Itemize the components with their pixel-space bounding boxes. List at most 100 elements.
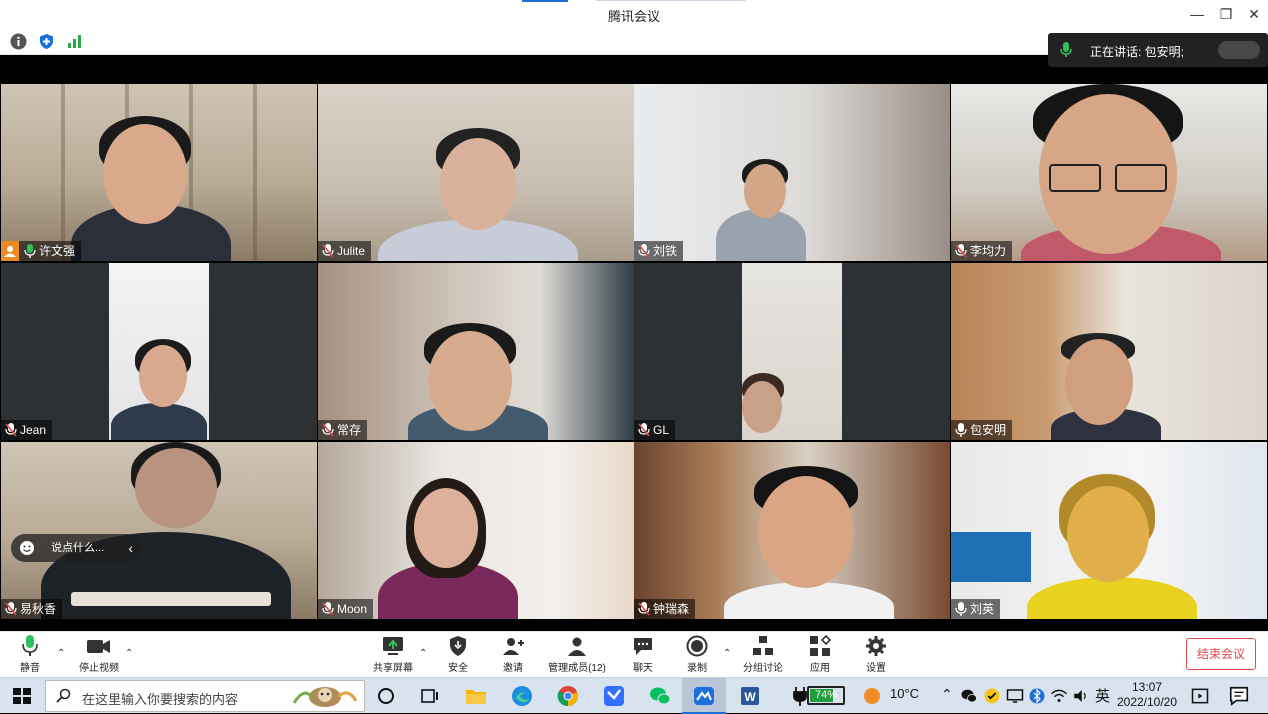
- chevron-up-icon[interactable]: ⌃: [57, 648, 65, 659]
- task-view-icon[interactable]: [418, 684, 442, 708]
- participant-nametag: 刘英: [951, 599, 1001, 619]
- chat-icon: [634, 638, 652, 655]
- show-desktop-icon[interactable]: [1190, 686, 1210, 706]
- apps-icon: [810, 635, 831, 656]
- mic-muted-icon: [322, 423, 334, 437]
- chevron-up-icon[interactable]: ⌃: [723, 648, 731, 659]
- video-tile[interactable]: 常存: [318, 263, 634, 440]
- norton-icon[interactable]: [983, 687, 1001, 705]
- stop-video-button[interactable]: 停止视频: [76, 635, 122, 674]
- person-face: [1065, 339, 1133, 425]
- wechat-icon[interactable]: [648, 684, 672, 708]
- video-tile-active-speaker[interactable]: 包安明: [951, 263, 1267, 440]
- speaker-avatar-blur: [1218, 41, 1260, 59]
- sloth-doodle-icon[interactable]: [290, 683, 360, 709]
- video-tile[interactable]: 李均力: [951, 84, 1267, 261]
- add-user-icon: [503, 638, 524, 655]
- close-button[interactable]: ✕: [1243, 4, 1265, 24]
- clock-date: 2022/10/20: [1116, 695, 1178, 709]
- wechat-tray-icon[interactable]: [960, 687, 978, 705]
- file-explorer-icon[interactable]: [464, 684, 488, 708]
- display-icon[interactable]: [1006, 687, 1024, 705]
- video-tile[interactable]: 刘英: [951, 442, 1267, 619]
- video-tile[interactable]: GL: [634, 263, 950, 440]
- mute-label: 静音: [20, 663, 40, 674]
- system-clock[interactable]: 13:07 2022/10/20: [1112, 680, 1182, 710]
- breakout-button[interactable]: 分组讨论: [742, 635, 784, 674]
- video-tile[interactable]: 钟瑞森: [634, 442, 950, 619]
- taskbar-search-box[interactable]: 在这里输入你要搜索的内容: [45, 680, 365, 712]
- tencent-meeting-icon[interactable]: [692, 684, 716, 708]
- weather-sun-icon[interactable]: [860, 684, 884, 708]
- video-tile[interactable]: Moon: [318, 442, 634, 619]
- manage-members-button[interactable]: 管理成员(12): [545, 635, 609, 674]
- cortana-icon[interactable]: [374, 684, 398, 708]
- shield-icon[interactable]: [38, 33, 55, 50]
- mic-muted-icon: [5, 602, 17, 616]
- security-label: 安全: [448, 663, 468, 674]
- notification-icon[interactable]: [1228, 685, 1250, 707]
- document: [71, 592, 271, 606]
- record-button[interactable]: 录制: [683, 635, 711, 674]
- security-button[interactable]: 安全: [444, 635, 472, 674]
- participant-nametag: 刘铁: [634, 241, 684, 261]
- chrome-icon[interactable]: [556, 684, 580, 708]
- video-tile[interactable]: 许文强: [1, 84, 317, 261]
- chevron-left-icon[interactable]: ‹: [128, 534, 133, 562]
- participant-nametag: 李均力: [951, 241, 1013, 261]
- info-icon[interactable]: [10, 33, 27, 50]
- mute-button[interactable]: 静音: [12, 635, 48, 674]
- video-tile[interactable]: Julite: [318, 84, 634, 261]
- volume-icon[interactable]: [1072, 687, 1090, 705]
- chevron-up-icon[interactable]: ⌃: [125, 648, 133, 659]
- minimize-button[interactable]: —: [1186, 4, 1208, 24]
- word-icon[interactable]: W: [738, 684, 762, 708]
- person-face: [139, 345, 187, 407]
- chat-bubble[interactable]: 说点什么... ‹: [11, 534, 141, 562]
- sofa: [951, 532, 1031, 582]
- participant-nametag: 易秋香: [1, 599, 63, 619]
- weather-temperature[interactable]: 10°C: [890, 686, 919, 701]
- invite-button[interactable]: 邀请: [499, 635, 527, 674]
- chat-placeholder: 说点什么...: [51, 542, 105, 554]
- chevron-up-icon[interactable]: ⌃: [941, 686, 953, 703]
- participant-name: 包安明: [970, 423, 1007, 437]
- participant-name: 常存: [337, 423, 362, 437]
- window-title: 腾讯会议: [607, 9, 660, 24]
- edge-icon[interactable]: [510, 684, 534, 708]
- participant-nametag: 常存: [318, 420, 368, 440]
- participant-nametag: 包安明: [951, 420, 1013, 440]
- participant-nametag: Moon: [318, 599, 374, 619]
- video-tile[interactable]: 说点什么... ‹ 易秋香: [1, 442, 317, 619]
- participant-nametag: GL: [634, 420, 676, 440]
- wifi-icon[interactable]: [1050, 687, 1068, 705]
- bluetooth-icon[interactable]: [1028, 687, 1046, 705]
- person-face: [135, 448, 217, 528]
- gear-icon: [866, 636, 886, 656]
- participant-name: 易秋香: [20, 602, 57, 616]
- maximize-button[interactable]: ❐: [1215, 4, 1237, 24]
- feishu-icon[interactable]: [602, 684, 626, 708]
- person-face: [428, 331, 512, 431]
- video-tile[interactable]: Jean: [1, 263, 317, 440]
- signal-icon[interactable]: [66, 33, 83, 50]
- mic-on-icon: [955, 423, 967, 437]
- end-meeting-button[interactable]: 结束会议: [1186, 638, 1256, 670]
- mic-muted-icon: [322, 244, 334, 258]
- participant-name: 许文强: [39, 244, 76, 258]
- emoji-icon[interactable]: [19, 540, 35, 556]
- input-method-indicator[interactable]: 英: [1095, 685, 1110, 706]
- chevron-up-icon[interactable]: ⌃: [419, 648, 427, 659]
- settings-button[interactable]: 设置: [862, 635, 890, 674]
- video-tile[interactable]: 刘铁: [634, 84, 950, 261]
- stop-video-label: 停止视频: [79, 663, 119, 674]
- windows-start-icon[interactable]: [10, 684, 34, 708]
- share-screen-button[interactable]: 共享屏幕: [370, 635, 416, 674]
- battery-indicator[interactable]: 74%: [807, 686, 845, 705]
- mic-muted-icon: [5, 423, 17, 437]
- speaking-indicator: 正在讲话: 包安明;: [1048, 33, 1268, 67]
- apps-button[interactable]: 应用: [806, 635, 834, 674]
- chat-button[interactable]: 聊天: [629, 635, 657, 674]
- record-label: 录制: [687, 663, 707, 674]
- participant-nametag: 钟瑞森: [634, 599, 696, 619]
